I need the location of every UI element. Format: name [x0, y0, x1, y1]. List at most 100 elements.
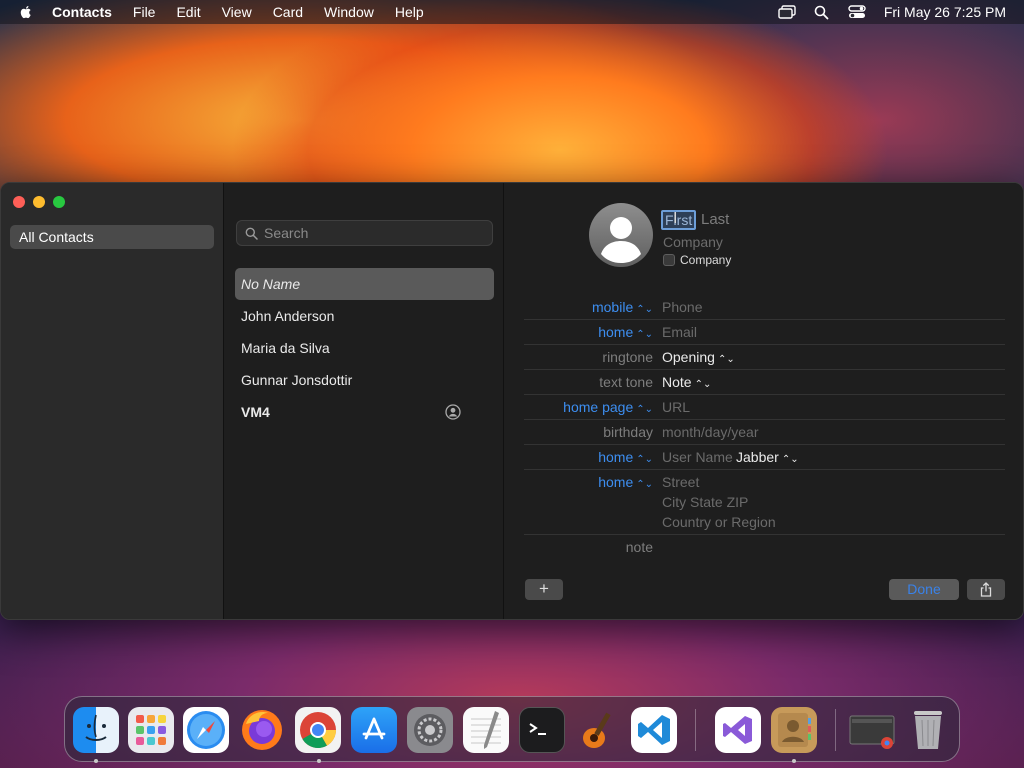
- chevron-updown-icon: ⌃⌄: [636, 304, 653, 315]
- user-name-input[interactable]: User Name: [662, 449, 733, 465]
- text-tone-popup[interactable]: Note ⌃⌄: [662, 374, 711, 390]
- menu-file[interactable]: File: [133, 4, 156, 20]
- chevron-updown-icon: ⌃⌄: [636, 454, 653, 465]
- chevron-updown-icon: ⌃⌄: [781, 454, 799, 465]
- menu-app-name[interactable]: Contacts: [52, 4, 112, 20]
- phone-label: mobile: [591, 299, 634, 315]
- dock-app-store-icon[interactable]: [351, 707, 397, 753]
- dock-visual-studio-icon[interactable]: [715, 707, 761, 753]
- im-service-value: Jabber: [736, 449, 779, 465]
- contact-vm4-label: VM4: [241, 404, 270, 420]
- contact-avatar-icon[interactable]: [588, 202, 654, 268]
- running-indicator: [792, 759, 796, 763]
- text-cursor-icon: I: [673, 210, 678, 227]
- contact-no-name[interactable]: No Name: [235, 268, 494, 300]
- checkbox-icon[interactable]: [663, 254, 675, 266]
- sidebar-item-all-contacts[interactable]: All Contacts: [10, 225, 214, 249]
- country-input[interactable]: Country or Region: [662, 514, 776, 530]
- home-page-label-popup[interactable]: home page ⌃⌄: [563, 399, 653, 415]
- apple-menu-icon[interactable]: [18, 4, 34, 20]
- email-label: home: [598, 324, 634, 340]
- dock-garageband-icon[interactable]: [575, 707, 621, 753]
- phone-input[interactable]: Phone: [662, 299, 702, 315]
- dock-system-preferences-icon[interactable]: [407, 707, 453, 753]
- control-center-icon[interactable]: [848, 4, 866, 20]
- dock-separator: [835, 709, 836, 751]
- search-input[interactable]: [264, 225, 484, 241]
- menu-view[interactable]: View: [222, 4, 252, 20]
- first-name-field[interactable]: First: [661, 210, 696, 230]
- im-label: home: [598, 449, 634, 465]
- dock-terminal-icon[interactable]: [519, 707, 565, 753]
- city-state-zip-input[interactable]: City State ZIP: [662, 494, 748, 510]
- menu-bar: Contacts File Edit View Card Window Help…: [0, 0, 1024, 24]
- search-icon: [245, 227, 258, 240]
- minimize-window-button[interactable]: [33, 196, 45, 208]
- dock-finder-icon[interactable]: [73, 707, 119, 753]
- birthday-input[interactable]: month/day/year: [662, 424, 759, 440]
- field-row-text-tone: text tone Note ⌃⌄: [524, 370, 1005, 395]
- chevron-updown-icon: ⌃⌄: [694, 379, 712, 390]
- dock-launchpad-icon[interactable]: [128, 707, 174, 753]
- done-button[interactable]: Done: [889, 579, 959, 600]
- groups-sidebar: All Contacts: [1, 183, 224, 619]
- dock-safari-icon[interactable]: [183, 707, 229, 753]
- dock-firefox-icon[interactable]: [239, 707, 285, 753]
- running-indicator: [94, 759, 98, 763]
- close-window-button[interactable]: [13, 196, 25, 208]
- menu-card[interactable]: Card: [273, 4, 303, 20]
- dock-separator: [695, 709, 696, 751]
- dock: [64, 696, 960, 763]
- add-field-button[interactable]: +: [525, 579, 563, 600]
- note-label: note: [625, 539, 653, 555]
- menu-window[interactable]: Window: [324, 4, 374, 20]
- spotlight-search-icon[interactable]: [813, 4, 831, 20]
- company-checkbox-label: Company: [680, 253, 732, 267]
- field-row-address: home ⌃⌄ Street City State ZIP Country or …: [524, 470, 1005, 535]
- field-row-phone: mobile ⌃⌄ Phone: [524, 295, 1005, 320]
- chevron-updown-icon: ⌃⌄: [636, 404, 653, 415]
- email-input[interactable]: Email: [662, 324, 697, 340]
- dock-chrome-icon[interactable]: [295, 707, 341, 753]
- url-input[interactable]: URL: [662, 399, 690, 415]
- running-indicator: [317, 759, 321, 763]
- dock-vscode-icon[interactable]: [631, 707, 677, 753]
- dock-trash-icon[interactable]: [905, 707, 951, 753]
- phone-label-popup[interactable]: mobile ⌃⌄: [592, 299, 653, 315]
- contact-vm4[interactable]: VM4: [235, 396, 494, 428]
- menu-help[interactable]: Help: [395, 4, 424, 20]
- search-field[interactable]: [236, 220, 493, 246]
- share-button[interactable]: [967, 579, 1005, 600]
- contact-john-anderson[interactable]: John Anderson: [235, 300, 494, 332]
- last-name-field[interactable]: Last: [701, 211, 729, 228]
- address-label-popup[interactable]: home ⌃⌄: [598, 474, 653, 490]
- contact-list-pane: No Name John Anderson Maria da Silva Gun…: [225, 183, 504, 619]
- chevron-updown-icon: ⌃⌄: [636, 329, 653, 340]
- dock-textedit-icon[interactable]: [463, 707, 509, 753]
- contact-maria-da-silva[interactable]: Maria da Silva: [235, 332, 494, 364]
- dock-chrome-window-icon[interactable]: [849, 707, 895, 753]
- share-icon: [980, 582, 992, 597]
- ringtone-value: Opening: [662, 349, 715, 365]
- im-service-popup[interactable]: Jabber ⌃⌄: [736, 449, 799, 465]
- field-row-email: home ⌃⌄ Email: [524, 320, 1005, 345]
- company-checkbox[interactable]: Company: [663, 253, 731, 267]
- text-tone-value: Note: [662, 374, 692, 390]
- menu-extras: Fri May 26 7:25 PM: [761, 0, 1006, 24]
- menu-edit[interactable]: Edit: [176, 4, 200, 20]
- my-card-icon: [445, 404, 461, 420]
- street-input[interactable]: Street: [662, 474, 699, 490]
- home-page-label: home page: [563, 399, 634, 415]
- zoom-window-button[interactable]: [53, 196, 65, 208]
- dock-contacts-icon[interactable]: [771, 707, 817, 753]
- contact-gunnar-jonsdottir[interactable]: Gunnar Jonsdottir: [235, 364, 494, 396]
- chevron-updown-icon: ⌃⌄: [636, 479, 653, 490]
- email-label-popup[interactable]: home ⌃⌄: [598, 324, 653, 340]
- menu-clock[interactable]: Fri May 26 7:25 PM: [884, 4, 1006, 20]
- window-controls: [13, 196, 73, 208]
- im-label-popup[interactable]: home ⌃⌄: [598, 449, 653, 465]
- company-field[interactable]: Company: [663, 234, 723, 250]
- ringtone-popup[interactable]: Opening ⌃⌄: [662, 349, 735, 365]
- screen-mirroring-icon[interactable]: [778, 4, 796, 20]
- field-row-ringtone: ringtone Opening ⌃⌄: [524, 345, 1005, 370]
